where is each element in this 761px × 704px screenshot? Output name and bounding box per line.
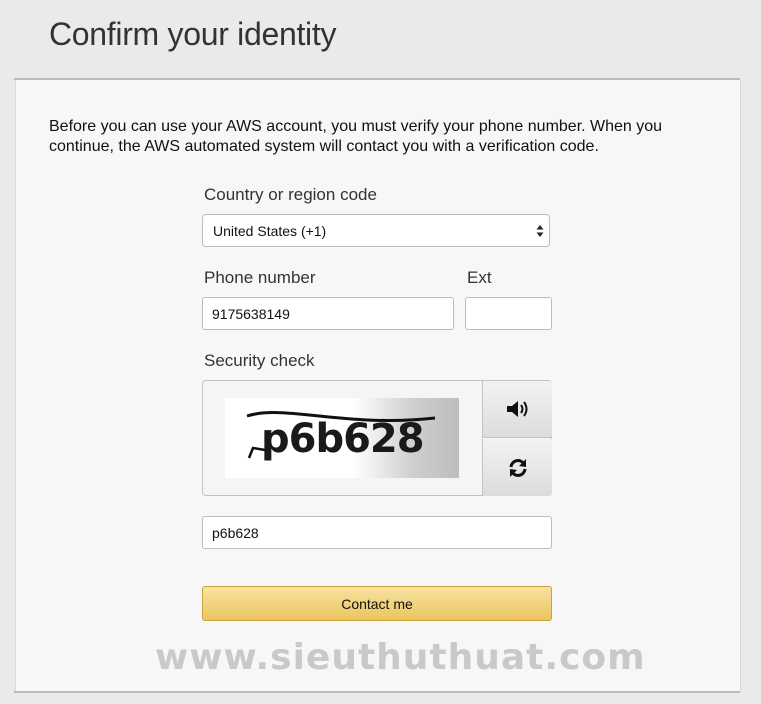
phone-input[interactable] (202, 297, 454, 330)
speaker-icon (506, 401, 527, 417)
ext-label: Ext (467, 268, 492, 287)
captcha-image: p6b628 (225, 398, 459, 478)
refresh-icon (509, 458, 526, 477)
ext-input[interactable] (465, 297, 552, 330)
country-select-value: United States (+1) (213, 223, 327, 239)
intro-text: Before you can use your AWS account, you… (49, 118, 663, 155)
country-select[interactable]: United States (+1) (202, 214, 550, 247)
watermark-text: www.sieuthuthuat.com (155, 637, 646, 678)
captcha-input[interactable] (202, 516, 552, 549)
contact-me-button[interactable]: Contact me (202, 586, 552, 621)
captcha-refresh-button[interactable] (482, 439, 552, 496)
phone-label: Phone number (204, 268, 316, 287)
captcha-text: p6b628 (261, 416, 424, 462)
captcha-box: p6b628 (202, 380, 552, 496)
footer-divider (14, 691, 740, 693)
select-arrows-icon (536, 225, 544, 237)
page-title: Confirm your identity (49, 16, 337, 52)
captcha-audio-button[interactable] (482, 381, 552, 438)
security-check-label: Security check (204, 351, 315, 370)
country-label: Country or region code (204, 185, 377, 204)
